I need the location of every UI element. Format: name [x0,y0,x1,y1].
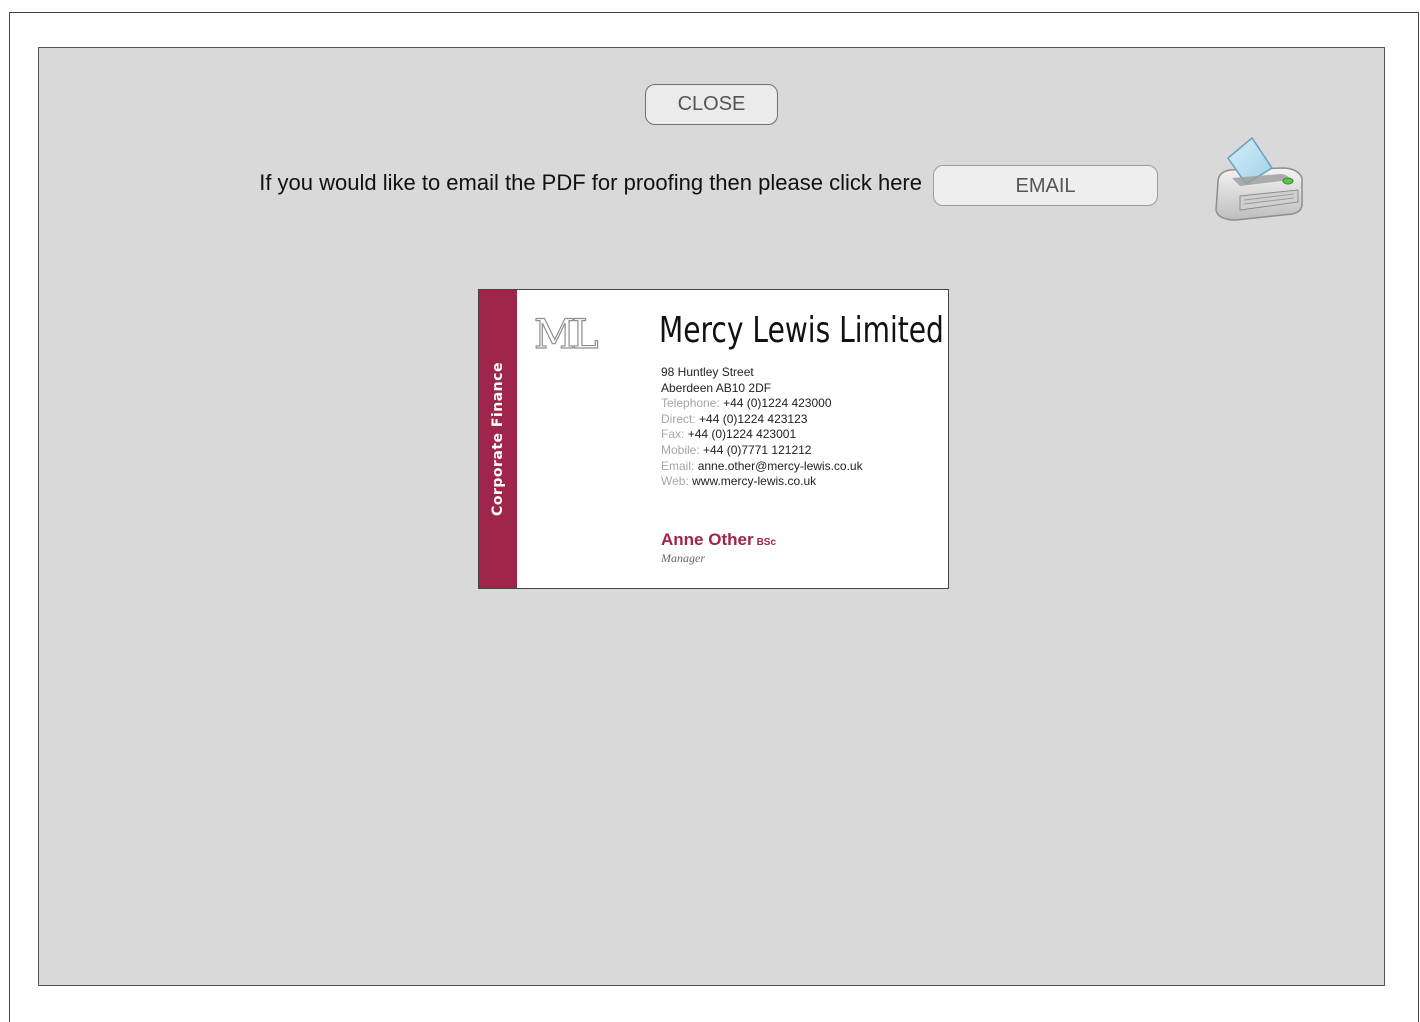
email-label: Email: [661,458,695,473]
person-role: Manager [661,551,705,565]
person-name: Anne Other [661,530,754,549]
web-label: Web: [661,474,689,489]
card-side-band: Corporate Finance [479,290,517,588]
fax-row: Fax: +44 (0)1224 423001 [661,427,863,443]
web-value: www.mercy-lewis.co.uk [692,474,817,489]
address-line-1: 98 Huntley Street [661,365,754,379]
mobile-label: Mobile: [661,442,700,457]
printer-icon[interactable] [1210,134,1306,224]
telephone-value: +44 (0)1224 423000 [723,396,832,411]
fax-value: +44 (0)1224 423001 [687,427,797,442]
band-label: Corporate Finance [490,362,506,516]
telephone-row: Telephone: +44 (0)1224 423000 [661,396,863,412]
fax-label: Fax: [661,427,685,442]
address-line-2: Aberdeen AB10 2DF [661,380,772,395]
person-qualification: BSc [756,537,777,548]
direct-value: +44 (0)1224 423123 [699,411,808,426]
web-row: Web: www.mercy-lewis.co.uk [661,474,863,490]
person-name-line: Anne Other BSc [661,530,776,550]
direct-row: Direct: +44 (0)1224 423123 [661,412,863,428]
company-name: Mercy Lewis Limited [659,310,944,351]
email-value: anne.other@mercy-lewis.co.uk [697,458,863,473]
email-button[interactable]: EMAIL [933,165,1158,206]
business-card-preview: Corporate Finance ML Mercy Lewis Limited… [478,289,949,589]
direct-label: Direct: [661,411,696,426]
mobile-row: Mobile: +44 (0)7771 121212 [661,443,863,459]
company-monogram: ML [533,311,599,358]
email-prompt-text: If you would like to email the PDF for p… [259,170,922,195]
close-button[interactable]: CLOSE [645,84,778,125]
telephone-label: Telephone: [661,396,720,411]
email-row: Email: anne.other@mercy-lewis.co.uk [661,459,863,475]
contact-details: 98 Huntley Street Aberdeen AB10 2DF Tele… [661,365,863,490]
mobile-value: +44 (0)7771 121212 [703,442,812,457]
